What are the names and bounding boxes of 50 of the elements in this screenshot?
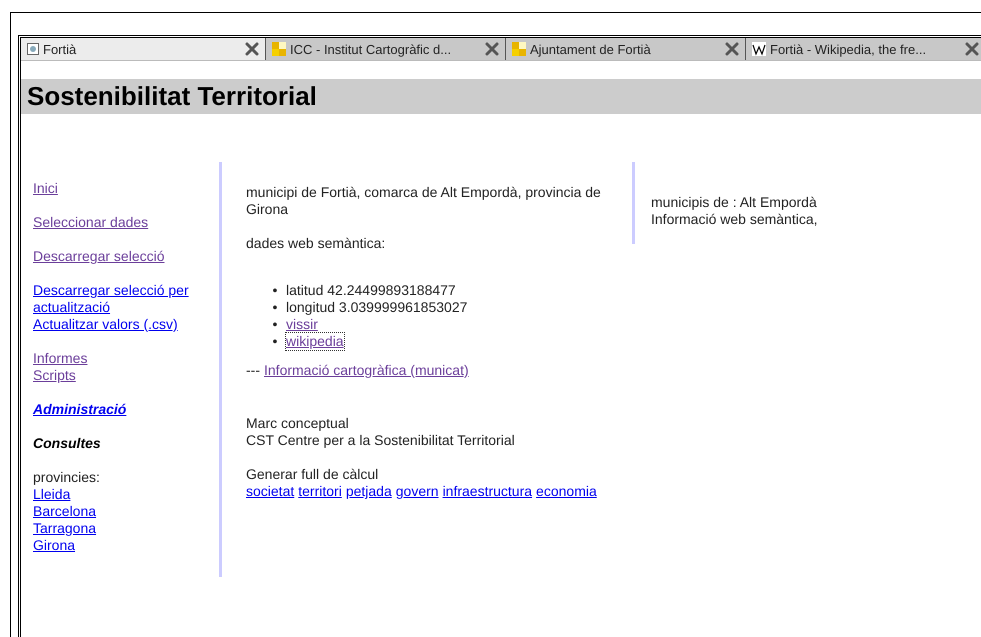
sidebar-link[interactable]: Tarragona: [33, 520, 96, 537]
page-icon: [27, 43, 39, 55]
sidebar-link[interactable]: Descarregar selecció per actualització: [33, 282, 219, 316]
semantic-data-label: dades web semàntica:: [246, 235, 386, 252]
concept-text: Marc conceptual: [246, 415, 350, 432]
bullet: •: [272, 333, 278, 350]
spreadsheet-label: Generar full de càlcul: [246, 466, 380, 483]
municipality-description: municipi de Fortià, comarca de Alt Empordà, provincia de Girona: [246, 184, 602, 218]
info-text: Informació web semàntica,: [651, 211, 818, 228]
sidebar-link[interactable]: Informes: [33, 350, 88, 367]
close-icon[interactable]: [725, 42, 739, 56]
browser-tab[interactable]: Fortià: [21, 38, 266, 60]
spreadsheet-link[interactable]: societat: [246, 483, 294, 500]
close-icon[interactable]: [485, 42, 499, 56]
sidebar-link[interactable]: Inici: [33, 180, 58, 197]
sidebar-link[interactable]: Barcelona: [33, 503, 96, 520]
sidebar-link[interactable]: Girona: [33, 537, 76, 554]
sidebar-link[interactable]: Seleccionar dades: [33, 214, 148, 231]
bullet: •: [272, 282, 278, 299]
sidebar-link[interactable]: Administració: [33, 401, 126, 418]
close-icon[interactable]: [965, 42, 979, 56]
sidebar-link[interactable]: Actualitzar valors (.csv): [33, 316, 178, 333]
spreadsheet-link[interactable]: economia: [536, 483, 597, 500]
close-icon[interactable]: [245, 42, 259, 56]
browser-tab[interactable]: Fortià - Wikipedia, the fre...: [746, 38, 981, 60]
squares-icon: [512, 42, 526, 56]
dash-prefix: ---: [246, 362, 260, 379]
coordinate-text: latitud 42.24499893188477: [286, 282, 456, 299]
spreadsheet-link[interactable]: petjada: [346, 483, 392, 500]
concept-text: CST Centre per a la Sostenibilitat Territorial: [246, 432, 516, 449]
coordinate-text: longitud 3.039999961853027: [286, 299, 468, 316]
wikipedia-w-icon: [752, 42, 766, 56]
spreadsheet-link[interactable]: territori: [298, 483, 342, 500]
sidebar-link[interactable]: Lleida: [33, 486, 70, 503]
browser-tab[interactable]: ICC - Institut Cartogràfic d...: [266, 38, 506, 60]
bullet: •: [272, 316, 278, 333]
cartographic-info-link[interactable]: Informació cartogràfica (municat): [264, 362, 469, 379]
page-title: Sostenibilitat Territorial: [21, 79, 981, 114]
bullet-link[interactable]: vissir: [286, 316, 318, 333]
bullet: •: [272, 299, 278, 316]
spreadsheet-link[interactable]: infraestructura: [442, 483, 532, 500]
sidebar-link[interactable]: Descarregar selecció: [33, 248, 164, 265]
bullet-link[interactable]: wikipedia: [286, 333, 344, 350]
browser-tab[interactable]: Ajuntament de Fortià: [506, 38, 746, 60]
squares-icon: [272, 42, 286, 56]
sidebar-link[interactable]: Scripts: [33, 367, 76, 384]
info-text: municipis de : Alt Empordà: [651, 194, 818, 211]
sidebar-heading: Consultes: [33, 435, 102, 452]
sidebar-label: provincies:: [33, 469, 101, 486]
spreadsheet-link[interactable]: govern: [396, 483, 439, 500]
